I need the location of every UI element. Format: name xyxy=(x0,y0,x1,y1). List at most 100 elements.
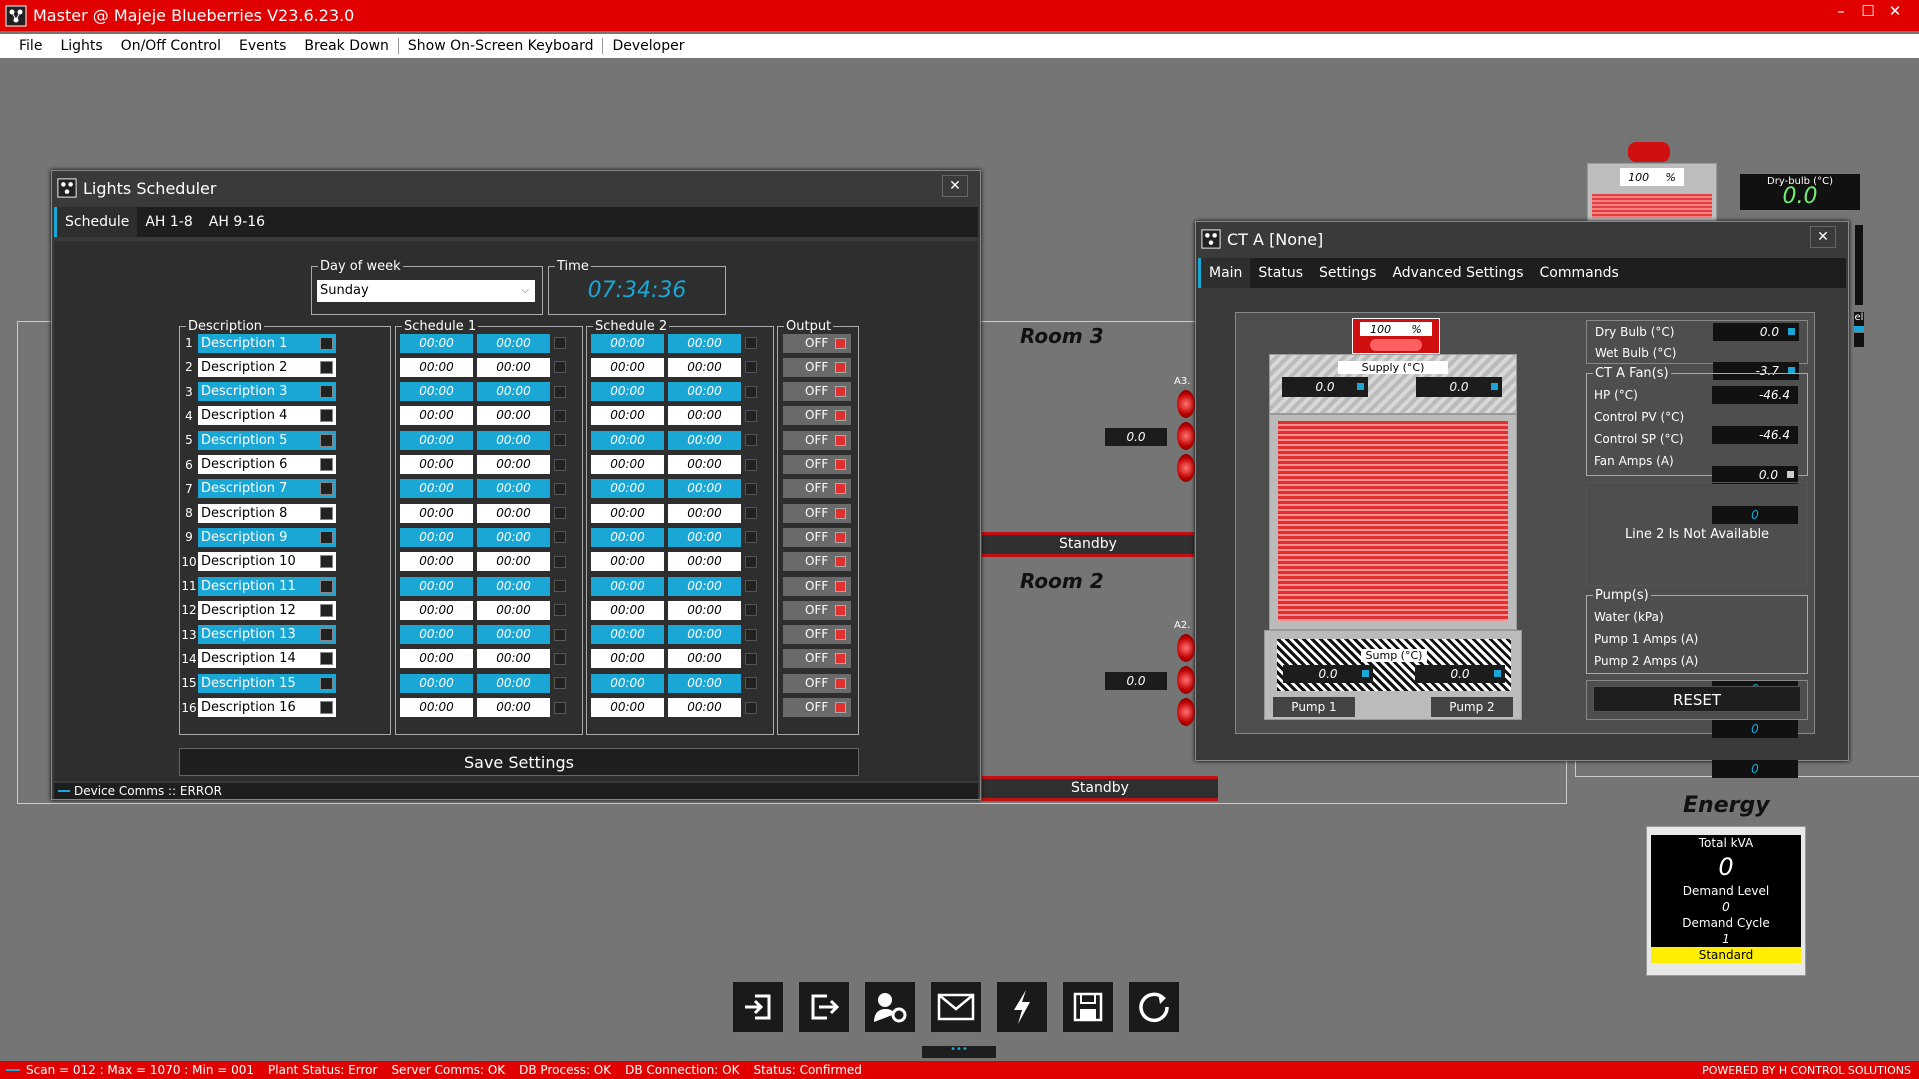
description-field[interactable]: Description 16 xyxy=(198,698,336,717)
tab-main[interactable]: Main xyxy=(1198,258,1251,288)
schedule-1-toggle[interactable] xyxy=(554,677,566,690)
description-checkbox[interactable] xyxy=(320,555,333,569)
schedule-2-toggle[interactable] xyxy=(745,361,757,374)
schedule-1-end[interactable]: 00:00 xyxy=(477,406,550,426)
schedule-1-start[interactable]: 00:00 xyxy=(400,527,473,547)
schedule-1-start[interactable]: 00:00 xyxy=(400,698,473,717)
schedule-2-end[interactable]: 00:00 xyxy=(668,357,741,377)
minimize-icon[interactable]: – xyxy=(1828,0,1854,22)
login-button[interactable] xyxy=(732,981,784,1033)
output-status[interactable]: OFF xyxy=(783,455,851,474)
description-field[interactable]: Description 13 xyxy=(198,625,336,645)
description-field[interactable]: Description 10 xyxy=(198,552,336,572)
schedule-1-toggle[interactable] xyxy=(554,701,566,714)
description-checkbox[interactable] xyxy=(320,603,333,617)
schedule-2-end[interactable]: 00:00 xyxy=(668,455,741,474)
schedule-1-end[interactable]: 00:00 xyxy=(477,552,550,572)
output-status[interactable]: OFF xyxy=(783,673,851,693)
reset-button[interactable]: RESET xyxy=(1593,686,1801,712)
tab-status[interactable]: Status xyxy=(1250,258,1311,288)
schedule-2-start[interactable]: 00:00 xyxy=(591,527,664,547)
schedule-2-end[interactable]: 00:00 xyxy=(668,600,741,620)
schedule-1-toggle[interactable] xyxy=(554,604,566,617)
schedule-2-end[interactable]: 00:00 xyxy=(668,576,741,596)
schedule-1-start[interactable]: 00:00 xyxy=(400,503,473,523)
description-checkbox[interactable] xyxy=(320,482,333,496)
schedule-1-toggle[interactable] xyxy=(554,337,566,349)
menu-file[interactable]: File xyxy=(10,38,51,54)
schedule-2-toggle[interactable] xyxy=(745,458,757,471)
description-field[interactable]: Description 6 xyxy=(198,455,336,474)
schedule-1-toggle[interactable] xyxy=(554,482,566,495)
description-checkbox[interactable] xyxy=(320,628,333,642)
tab-schedule[interactable]: Schedule xyxy=(54,207,138,237)
schedule-2-toggle[interactable] xyxy=(745,604,757,617)
description-checkbox[interactable] xyxy=(320,385,333,399)
schedule-2-toggle[interactable] xyxy=(745,580,757,592)
output-status[interactable]: OFF xyxy=(783,430,851,450)
description-field[interactable]: Description 4 xyxy=(198,406,336,426)
schedule-2-start[interactable]: 00:00 xyxy=(591,673,664,693)
schedule-1-start[interactable]: 00:00 xyxy=(400,625,473,645)
schedule-1-toggle[interactable] xyxy=(554,652,566,665)
schedule-1-end[interactable]: 00:00 xyxy=(477,455,550,474)
save-button[interactable] xyxy=(1062,981,1114,1033)
schedule-2-toggle[interactable] xyxy=(745,677,757,690)
description-field[interactable]: Description 15 xyxy=(198,673,336,693)
schedule-2-start[interactable]: 00:00 xyxy=(591,382,664,402)
schedule-1-end[interactable]: 00:00 xyxy=(477,430,550,450)
schedule-1-end[interactable]: 00:00 xyxy=(477,382,550,402)
description-field[interactable]: Description 5 xyxy=(198,430,336,450)
schedule-2-toggle[interactable] xyxy=(745,531,757,544)
schedule-2-start[interactable]: 00:00 xyxy=(591,503,664,523)
schedule-2-start[interactable]: 00:00 xyxy=(591,600,664,620)
tab-settings[interactable]: Settings xyxy=(1311,258,1384,288)
schedule-1-toggle[interactable] xyxy=(554,458,566,471)
output-status[interactable]: OFF xyxy=(783,625,851,645)
close-icon[interactable]: ✕ xyxy=(1882,0,1908,22)
schedule-1-toggle[interactable] xyxy=(554,580,566,592)
output-status[interactable]: OFF xyxy=(783,698,851,717)
schedule-1-start[interactable]: 00:00 xyxy=(400,479,473,499)
description-checkbox[interactable] xyxy=(320,701,333,714)
schedule-1-toggle[interactable] xyxy=(554,531,566,544)
schedule-2-toggle[interactable] xyxy=(745,555,757,568)
schedule-2-start[interactable]: 00:00 xyxy=(591,333,664,353)
description-checkbox[interactable] xyxy=(320,409,333,423)
save-settings-button[interactable]: Save Settings xyxy=(179,748,859,776)
schedule-2-toggle[interactable] xyxy=(745,652,757,665)
output-status[interactable]: OFF xyxy=(783,527,851,547)
schedule-2-toggle[interactable] xyxy=(745,409,757,422)
schedule-2-toggle[interactable] xyxy=(745,337,757,349)
description-checkbox[interactable] xyxy=(320,458,333,471)
schedule-2-start[interactable]: 00:00 xyxy=(591,455,664,474)
menu-onoff-control[interactable]: On/Off Control xyxy=(112,38,230,54)
description-field[interactable]: Description 9 xyxy=(198,527,336,547)
description-field[interactable]: Description 7 xyxy=(198,479,336,499)
menu-events[interactable]: Events xyxy=(230,38,295,54)
maximize-icon[interactable]: ☐ xyxy=(1855,0,1881,22)
schedule-2-end[interactable]: 00:00 xyxy=(668,673,741,693)
schedule-1-start[interactable]: 00:00 xyxy=(400,455,473,474)
schedule-1-end[interactable]: 00:00 xyxy=(477,625,550,645)
description-checkbox[interactable] xyxy=(320,336,333,350)
user-settings-button[interactable] xyxy=(864,981,916,1033)
tab-commands[interactable]: Commands xyxy=(1532,258,1627,288)
schedule-2-toggle[interactable] xyxy=(745,434,757,447)
output-status[interactable]: OFF xyxy=(783,479,851,499)
schedule-1-start[interactable]: 00:00 xyxy=(400,357,473,377)
refresh-button[interactable] xyxy=(1128,981,1180,1033)
schedule-1-start[interactable]: 00:00 xyxy=(400,673,473,693)
schedule-1-end[interactable]: 00:00 xyxy=(477,576,550,596)
schedule-2-start[interactable]: 00:00 xyxy=(591,552,664,572)
schedule-1-toggle[interactable] xyxy=(554,434,566,447)
schedule-1-end[interactable]: 00:00 xyxy=(477,527,550,547)
menu-developer[interactable]: Developer xyxy=(603,38,693,54)
schedule-2-end[interactable]: 00:00 xyxy=(668,527,741,547)
output-status[interactable]: OFF xyxy=(783,552,851,572)
schedule-2-toggle[interactable] xyxy=(745,701,757,714)
schedule-1-end[interactable]: 00:00 xyxy=(477,600,550,620)
mail-button[interactable] xyxy=(930,981,982,1033)
menu-break-down[interactable]: Break Down xyxy=(295,38,397,54)
output-status[interactable]: OFF xyxy=(783,382,851,402)
